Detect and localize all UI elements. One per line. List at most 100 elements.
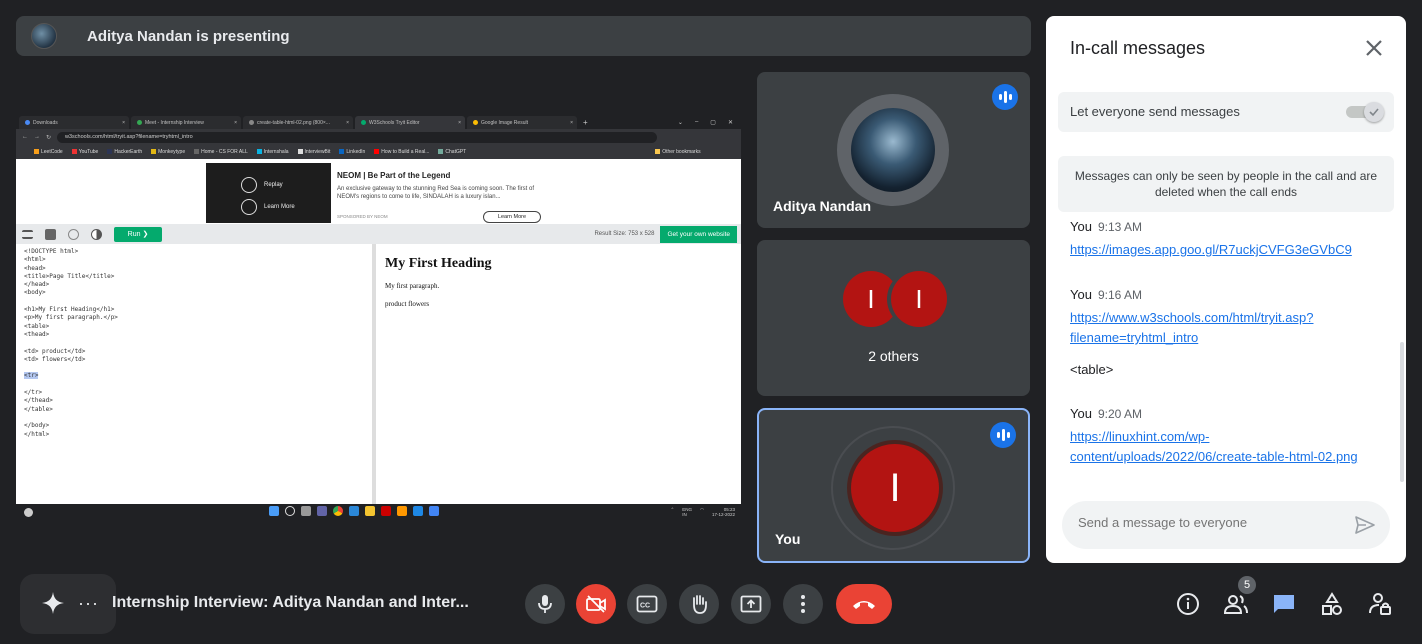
send-permission-toggle[interactable]: [1346, 102, 1384, 122]
chat-button[interactable]: [1271, 591, 1297, 617]
system-tray: ⌃ ENG IN ◠ 05:23 17-12-2022: [670, 507, 735, 517]
ad-sponsor: SPONSORED BY NEOM: [337, 214, 388, 219]
shared-screen: Downloads × Meet - Internship Interview × …: [16, 113, 741, 520]
others-label: 2 others: [868, 348, 919, 364]
taskbar-icons: [269, 506, 439, 516]
browser-tab: create-table-html-02.png (800×... ×: [243, 116, 353, 129]
participant-tile-self[interactable]: I You: [757, 408, 1030, 563]
message-sender: You: [1070, 406, 1092, 421]
present-icon: [740, 595, 762, 613]
chat-notice: Messages can only be seen by people in t…: [1058, 156, 1394, 212]
hang-up-icon: [853, 601, 875, 609]
weather-icon: [24, 508, 33, 517]
camera-off-icon: [586, 595, 606, 613]
code-line: <!DOCTYPE html>: [24, 248, 79, 255]
bookmark: Internshala: [256, 149, 289, 155]
browser-tab: Google Image Result ×: [467, 116, 577, 129]
kebab-menu-icon: [801, 595, 805, 613]
teams-icon: [317, 506, 327, 516]
more-options-icon: ···: [78, 593, 99, 613]
get-website-button: Get your own website: [660, 225, 737, 243]
presenter-avatar: [31, 23, 57, 49]
code-line: <thead>: [24, 330, 50, 338]
reload-icon: ↻: [46, 134, 52, 141]
activities-fab[interactable]: ···: [20, 574, 116, 634]
chat-icon: [1274, 595, 1294, 613]
message-sender: You: [1070, 287, 1092, 302]
url-field: w3schools.com/html/tryit.asp?filename=tr…: [57, 131, 658, 143]
bookmark: LinkedIn: [339, 149, 365, 155]
participant-count-badge: 5: [1238, 576, 1256, 594]
message-composer: [1062, 501, 1390, 549]
presenter-avatar-large: [837, 94, 949, 206]
raise-hand-button[interactable]: [679, 584, 719, 624]
chat-message: You 9:20 AM https://linuxhint.com/wp-cont…: [1070, 405, 1390, 467]
bookmark: How to Build a Real...: [374, 149, 429, 155]
back-icon: ←: [22, 134, 28, 140]
code-line: <head>: [24, 264, 46, 272]
new-tab-icon: +: [583, 118, 588, 127]
windows-icon: [269, 506, 279, 516]
code-line: </body>: [24, 422, 50, 430]
code-line: <td> product</td>: [24, 347, 86, 355]
code-line: <td> flowers</td>: [24, 355, 86, 363]
chat-scrollbar[interactable]: [1400, 342, 1404, 482]
leave-call-button[interactable]: [836, 584, 892, 624]
send-permission-row: Let everyone send messages: [1058, 92, 1394, 132]
people-icon: [1223, 595, 1248, 614]
message-link[interactable]: https://linuxhint.com/wp-content/uploads…: [1070, 427, 1390, 467]
info-icon: [1177, 593, 1199, 615]
code-line: </table>: [24, 405, 53, 413]
chat-panel: In-call messages Let everyone send messa…: [1046, 16, 1406, 563]
app-icon: [381, 506, 391, 516]
message-time: 9:16 AM: [1097, 288, 1142, 302]
code-line: </thead>: [24, 397, 53, 405]
replay-icon: [241, 177, 257, 193]
browser-tab: Downloads ×: [19, 116, 129, 129]
orientation-icon: [68, 228, 79, 240]
bookmark: Monkeytype: [151, 149, 185, 155]
present-screen-button[interactable]: [731, 584, 771, 624]
participant-name: You: [775, 531, 801, 547]
code-editor: <!DOCTYPE html> <html> <head> <title>Page T…: [16, 244, 376, 504]
windows-taskbar: ⌃ ENG IN ◠ 05:23 17-12-2022: [16, 504, 741, 520]
captions-button[interactable]: CC: [627, 584, 667, 624]
microphone-button[interactable]: [525, 584, 565, 624]
code-line: <title>Page Title</title>: [24, 272, 115, 280]
taskview-icon: [301, 506, 311, 516]
participant-name: Aditya Nandan: [773, 198, 872, 214]
sparkle-icon: [40, 590, 66, 621]
microphone-icon: [538, 595, 552, 613]
svg-text:CC: CC: [640, 603, 650, 610]
ad-description: An exclusive gateway to the stunning Red…: [337, 186, 534, 200]
camera-off-button[interactable]: [576, 584, 616, 624]
result-table-cells: product flowers: [385, 300, 430, 308]
message-link[interactable]: https://images.app.goo.gl/R7uckjCVFG3eGV…: [1070, 240, 1390, 260]
participant-tile-presenter[interactable]: Aditya Nandan: [757, 72, 1030, 228]
message-time: 9:20 AM: [1097, 407, 1142, 421]
browser-tab: Meet - Internship Interview ×: [131, 116, 241, 129]
store-icon: [349, 506, 359, 516]
people-button[interactable]: [1223, 591, 1249, 617]
advertisement: Replay Learn More NEOM | Be Part of the …: [206, 163, 566, 223]
participant-tile-others[interactable]: I I 2 others: [757, 240, 1030, 396]
message-text: <table>: [1070, 362, 1114, 377]
bookmark: Home - CS FOR ALL: [194, 149, 248, 155]
close-icon[interactable]: [1362, 36, 1386, 60]
folder-icon: [365, 506, 375, 516]
globe-icon: [241, 199, 257, 215]
result-pane: My First Heading My first paragraph. pro…: [380, 244, 741, 504]
result-size: Result Size: 753 x 528: [594, 231, 655, 237]
meeting-details-button[interactable]: [1175, 591, 1201, 617]
activities-button[interactable]: [1319, 591, 1345, 617]
message-input[interactable]: [1078, 515, 1338, 530]
ad-title: NEOM | Be Part of the Legend: [337, 171, 451, 180]
browser-address-bar: ← → ↻ w3schools.com/html/tryit.asp?filen…: [16, 129, 741, 145]
chat-message: You 9:13 AM https://images.app.goo.gl/R7u…: [1070, 218, 1390, 260]
send-icon[interactable]: [1354, 515, 1376, 540]
message-link[interactable]: https://www.w3schools.com/html/tryit.asp…: [1070, 308, 1390, 348]
more-options-button[interactable]: [783, 584, 823, 624]
host-controls-button[interactable]: [1367, 591, 1393, 617]
